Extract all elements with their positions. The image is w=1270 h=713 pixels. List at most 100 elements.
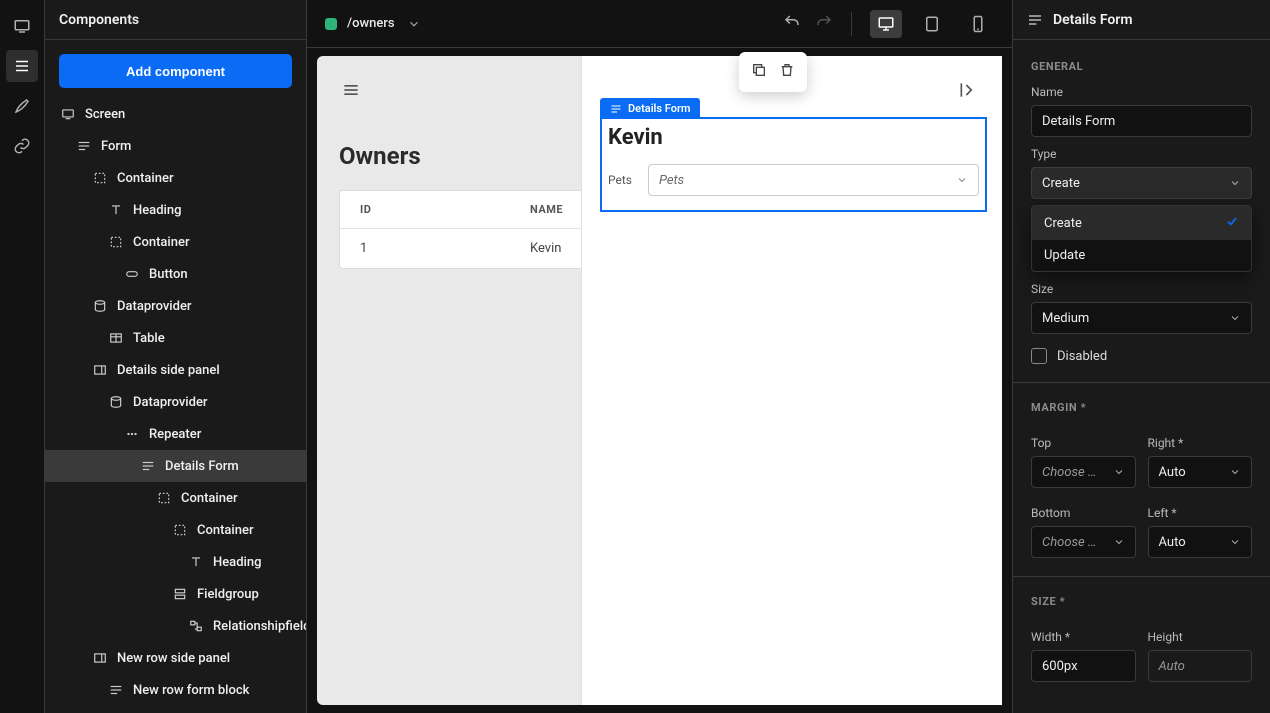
tree-item-relationshipfield[interactable]: Relationshipfield xyxy=(45,610,306,642)
tree-item-new-row-form-block[interactable]: New row form block xyxy=(45,674,306,706)
form-icon xyxy=(107,681,125,699)
width-input-value: 600px xyxy=(1042,659,1078,674)
tree-item-button[interactable]: Button xyxy=(45,258,306,290)
selection-context-toolbar xyxy=(739,52,807,92)
selection-tag-label: Details Form xyxy=(628,102,690,115)
tree-item-label: Container xyxy=(117,171,174,186)
table-row[interactable]: 1 Kevin xyxy=(340,229,586,268)
device-mobile-button[interactable] xyxy=(962,10,994,38)
tree-item-form[interactable]: Form xyxy=(45,130,306,162)
margin-bottom-value: Choose … xyxy=(1042,535,1096,550)
margin-left-label: Left * xyxy=(1148,506,1253,520)
pets-select[interactable]: Pets xyxy=(648,164,979,196)
tree-item-container[interactable]: Container xyxy=(45,482,306,514)
margin-right-select[interactable]: Auto xyxy=(1148,456,1253,488)
text-icon xyxy=(187,553,205,571)
name-input[interactable]: Details Form xyxy=(1031,105,1252,137)
form-icon xyxy=(139,457,157,475)
tree-item-label: Table xyxy=(133,331,165,346)
canvas[interactable]: Owners ID NAME 1 Kevin xyxy=(317,56,1002,705)
tree-item-table[interactable]: Table xyxy=(45,322,306,354)
chevron-down-icon xyxy=(1113,466,1125,478)
form-icon xyxy=(1027,12,1043,28)
disabled-checkbox-row[interactable]: Disabled xyxy=(1031,348,1252,364)
container-icon xyxy=(171,521,189,539)
selection-tag[interactable]: Details Form xyxy=(600,98,700,119)
relationship-icon xyxy=(187,617,205,635)
type-option-update[interactable]: Update xyxy=(1032,240,1251,271)
device-desktop-button[interactable] xyxy=(870,10,902,38)
chevron-down-icon xyxy=(1229,466,1241,478)
margin-top-select[interactable]: Choose … xyxy=(1031,456,1136,488)
inspector-header: Details Form xyxy=(1013,0,1270,40)
margin-section-label: MARGIN * xyxy=(1031,401,1252,414)
undo-button[interactable] xyxy=(783,13,801,35)
tree-item-container[interactable]: Container xyxy=(45,162,306,194)
type-option-create[interactable]: Create xyxy=(1032,206,1251,240)
tree-item-screen[interactable]: Screen xyxy=(45,98,306,130)
tree-item-label: Dataprovider xyxy=(117,299,192,314)
type-option-update-label: Update xyxy=(1044,248,1085,263)
name-input-value: Details Form xyxy=(1042,114,1115,129)
size-section-label: SIZE * xyxy=(1031,595,1252,608)
collapse-panel-icon[interactable] xyxy=(956,78,980,102)
details-form-selection[interactable]: Kevin Pets Pets xyxy=(600,117,987,212)
tree-item-heading[interactable]: Heading xyxy=(45,194,306,226)
table-header-row: ID NAME xyxy=(340,191,586,229)
margin-left-select[interactable]: Auto xyxy=(1148,526,1253,558)
tree-item-details-side-panel[interactable]: Details side panel xyxy=(45,354,306,386)
rail-design-icon[interactable] xyxy=(6,90,38,122)
form-heading: Kevin xyxy=(608,125,979,150)
tree-item-details-form[interactable]: Details Form xyxy=(45,450,306,482)
tree-item-fieldgroup[interactable]: Fieldgroup xyxy=(45,578,306,610)
tree-item-repeater[interactable]: Repeater xyxy=(45,418,306,450)
width-input[interactable]: 600px xyxy=(1031,650,1136,682)
column-header-name: NAME xyxy=(530,203,566,216)
size-field-label: Size xyxy=(1031,282,1252,296)
tree-item-heading[interactable]: Heading xyxy=(45,546,306,578)
inspector-title: Details Form xyxy=(1053,12,1133,28)
delete-button[interactable] xyxy=(779,62,795,82)
tree-item-dataprovider[interactable]: Dataprovider xyxy=(45,290,306,322)
tree-item-label: Container xyxy=(181,491,238,506)
margin-right-value: Auto xyxy=(1159,465,1186,480)
tree-item-label: Heading xyxy=(133,203,181,218)
tree-item-label: Relationshipfield xyxy=(213,619,306,634)
component-tree: ScreenFormContainerHeadingContainerButto… xyxy=(45,98,306,713)
tree-item-label: New row side panel xyxy=(117,651,230,666)
disabled-checkbox[interactable] xyxy=(1031,348,1047,364)
type-select[interactable]: Create xyxy=(1031,167,1252,199)
canvas-area: Owners ID NAME 1 Kevin xyxy=(307,48,1012,713)
tree-item-new-row-side-panel[interactable]: New row side panel xyxy=(45,642,306,674)
cell-name: Kevin xyxy=(530,241,566,256)
sidepanel-icon xyxy=(91,649,109,667)
rail-links-icon[interactable] xyxy=(6,130,38,162)
chevron-down-icon xyxy=(1229,177,1241,189)
chevron-down-icon xyxy=(1113,536,1125,548)
duplicate-button[interactable] xyxy=(751,62,767,82)
margin-bottom-label: Bottom xyxy=(1031,506,1136,520)
fieldgroup-icon xyxy=(171,585,189,603)
tree-item-label: Container xyxy=(197,523,254,538)
container-icon xyxy=(91,169,109,187)
canvas-menu-icon[interactable] xyxy=(339,78,363,102)
tree-item-container[interactable]: Container xyxy=(45,226,306,258)
rail-components-icon[interactable] xyxy=(6,50,38,82)
size-select[interactable]: Medium xyxy=(1031,302,1252,334)
button-icon xyxy=(123,265,141,283)
margin-bottom-select[interactable]: Choose … xyxy=(1031,526,1136,558)
tree-item-container[interactable]: Container xyxy=(45,514,306,546)
device-tablet-button[interactable] xyxy=(916,10,948,38)
workspace: /owners xyxy=(307,0,1012,713)
route-label[interactable]: /owners xyxy=(347,16,395,31)
redo-button[interactable] xyxy=(815,13,833,35)
screen-icon xyxy=(59,105,77,123)
margin-right-label: Right * xyxy=(1148,436,1253,450)
height-input[interactable]: Auto xyxy=(1148,650,1253,682)
add-component-button[interactable]: Add component xyxy=(59,54,292,88)
tree-item-label: Details Form xyxy=(165,459,239,474)
route-chevron-icon[interactable] xyxy=(407,17,421,31)
tree-item-dataprovider[interactable]: Dataprovider xyxy=(45,386,306,418)
rail-screens-icon[interactable] xyxy=(6,10,38,42)
tree-item-label: Screen xyxy=(85,107,125,122)
